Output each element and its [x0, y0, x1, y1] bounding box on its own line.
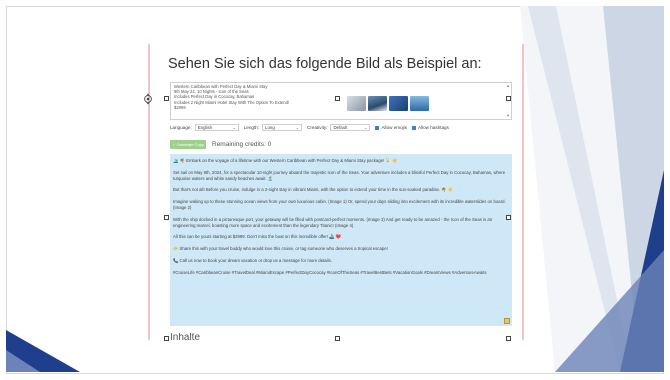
next-heading: Inhalte — [170, 333, 201, 340]
chevron-down-icon: ⌄ — [232, 125, 236, 130]
output-paragraph: With the ship docked in a picturesque po… — [173, 216, 493, 228]
language-select[interactable]: English ⌄ — [194, 124, 239, 131]
scroll-down-icon[interactable]: ▼ — [506, 114, 510, 118]
scroll-up-icon[interactable]: ▲ — [506, 84, 510, 88]
output-paragraph: 👉 Share this with your travel buddy who … — [173, 246, 388, 252]
allow-hashtags-label: Allow hashtags — [418, 125, 449, 130]
creativity-value: Default — [333, 125, 348, 130]
allow-emojis-checkbox[interactable] — [375, 125, 380, 130]
output-paragraph: 📞 Call us now to book your dream vacatio… — [173, 257, 332, 263]
language-label: Language: — [170, 125, 192, 130]
thumbnail-image-4[interactable] — [410, 96, 429, 111]
language-value: English — [197, 125, 213, 130]
embedded-screenshot: Sehen Sie sich das folgende Bild als Bei… — [148, 44, 524, 340]
image-thumbnails — [347, 96, 429, 111]
chevron-down-icon: ⌄ — [364, 125, 368, 130]
output-paragraph: But that's not all! Before you cruise, i… — [173, 187, 454, 193]
thumbnail-image-3[interactable] — [389, 96, 408, 111]
generated-copy-output: 🛳️ 🌴 Embark on the voyage of a lifetime … — [170, 154, 512, 326]
generate-copy-button[interactable]: ✓ Generate Copy — [170, 140, 206, 149]
output-paragraph: Imagine waking up to these stunning ocea… — [173, 199, 506, 210]
output-paragraph: 🛳️ 🌴 Embark on the voyage of a lifetime … — [173, 158, 398, 163]
thumbnail-image-1[interactable] — [347, 96, 366, 111]
input-scrollbar[interactable]: ▲ ▼ — [506, 84, 510, 118]
chevron-down-icon: ⌄ — [295, 125, 300, 130]
thumbnail-image-2[interactable] — [368, 96, 387, 111]
copy-icon[interactable] — [504, 318, 510, 324]
rotate-handle-icon[interactable] — [143, 93, 153, 105]
output-paragraph: All this can be yours starting at $2999.… — [173, 234, 342, 240]
allow-emojis-label: Allow emojis — [381, 125, 407, 130]
offer-input-text: Western Caribbean with Perfect Day & Mia… — [174, 84, 324, 110]
resize-handle-top-right[interactable] — [506, 96, 511, 101]
resize-handle-middle-left[interactable] — [164, 215, 169, 220]
output-paragraph: Set sail on May 9th, 2024, for a spectac… — [173, 169, 506, 181]
remaining-credits: Remaining credits: 0 — [212, 141, 272, 148]
output-paragraph: #CruiseLife #CaribbeanCruise #TravelDeal… — [173, 269, 487, 275]
length-value: Long — [265, 125, 275, 130]
allow-hashtags-checkbox[interactable] — [412, 125, 416, 130]
creativity-select[interactable]: Default ⌄ — [330, 124, 371, 131]
resize-handle-top-left[interactable] — [164, 96, 169, 101]
slide-title: Sehen Sie sich das folgende Bild als Bei… — [168, 56, 482, 72]
length-select[interactable]: Long ⌄ — [262, 124, 303, 131]
resize-handle-bottom-left[interactable] — [164, 336, 169, 341]
resize-handle-top-center[interactable] — [335, 96, 340, 101]
resize-handle-bottom-right[interactable] — [506, 336, 511, 341]
options-row: Language: English ⌄ Length: Long ⌄ Creat… — [170, 124, 449, 131]
creativity-label: Creativity: — [307, 125, 328, 130]
input-line: $2999 — [174, 104, 186, 110]
resize-handle-middle-right[interactable] — [506, 215, 511, 220]
offer-input-textarea[interactable]: Western Caribbean with Perfect Day & Mia… — [170, 82, 512, 120]
length-label: Length: — [243, 125, 260, 130]
resize-handle-bottom-center[interactable] — [335, 336, 340, 341]
